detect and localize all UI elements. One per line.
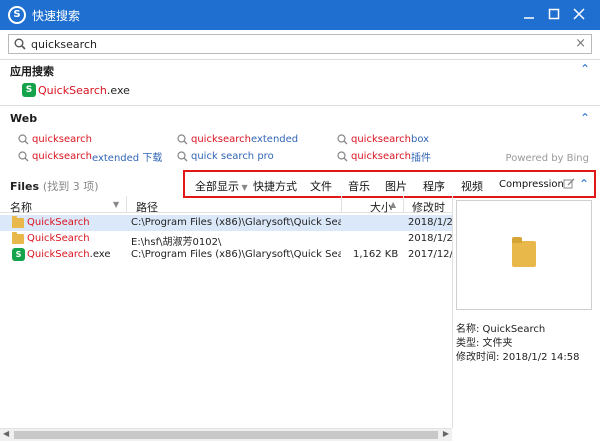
minimize-icon (524, 17, 534, 19)
column-divider[interactable] (341, 196, 342, 213)
scroll-left-icon[interactable]: ◀ (3, 429, 9, 438)
files-count: (找到 3 项) (42, 180, 99, 193)
folder-icon (512, 237, 536, 267)
search-icon (177, 150, 188, 161)
table-row[interactable]: QuickSearch E:\hsf\胡淑芳0102\ 2018/1/2 14 (0, 231, 452, 248)
column-divider[interactable] (126, 196, 127, 213)
column-size[interactable]: 大小 (370, 199, 392, 215)
web-suggestion-link[interactable]: quicksearch 插件 (337, 149, 431, 164)
tab-shortcuts[interactable]: 快捷方式 (253, 178, 297, 194)
web-suggestion-link[interactable]: quicksearch box (337, 132, 429, 146)
app-result-item[interactable]: S QuickSearch .exe (22, 82, 130, 98)
link-text: extended 下载 (91, 152, 163, 164)
file-list-header: 名称 ▼ 路径 大小 ▲ 修改时间 (0, 196, 452, 230)
search-box[interactable]: × (8, 34, 592, 54)
table-row[interactable]: S QuickSearch.exe C:\Program Files (x86)… (0, 247, 452, 263)
powered-by-bing: Powered by Bing (505, 153, 589, 164)
close-icon (573, 8, 585, 20)
search-icon (18, 133, 29, 144)
search-icon (18, 150, 29, 161)
tab-programs[interactable]: 程序 (423, 178, 445, 194)
link-highlight: quicksearch (191, 133, 251, 145)
row-name: QuickSearch (27, 217, 90, 228)
quicksearch-app-icon: S (12, 248, 25, 261)
horizontal-scrollbar[interactable]: ◀ ▶ (0, 428, 452, 441)
row-modified: 2017/12/1 1 (408, 249, 452, 260)
files-section-title: Files (找到 3 项) (10, 178, 99, 194)
row-path: C:\Program Files (x86)\Glarysoft\Quick S… (131, 217, 341, 228)
preview-type: 类型: 文件夹 (456, 338, 513, 349)
link-text: quick search pro (191, 150, 274, 162)
search-input[interactable] (31, 36, 571, 52)
row-path: E:\hsf\胡淑芳0102\ (131, 237, 222, 248)
row-ext: .exe (89, 249, 111, 260)
divider (0, 105, 600, 106)
sort-down-icon: ▼ (113, 200, 120, 209)
tab-music[interactable]: 音乐 (348, 178, 370, 194)
web-suggestion-link[interactable]: quicksearch extended 下载 (18, 149, 163, 164)
app-result-ext: .exe (106, 83, 130, 97)
column-path[interactable]: 路径 (136, 199, 158, 215)
link-highlight: quicksearch (351, 133, 411, 145)
link-highlight: quicksearch (32, 150, 92, 162)
clear-search-button[interactable]: × (575, 36, 586, 51)
app-result-highlight: QuickSearch (38, 83, 107, 97)
table-row[interactable]: QuickSearch C:\Program Files (x86)\Glary… (0, 215, 452, 231)
filter-tab-bar: 全部显示 ▼ 快捷方式 文件 音乐 图片 程序 视频 Compression ⌃ (183, 170, 596, 198)
row-name: QuickSearch (27, 249, 90, 260)
preview-divider (452, 196, 453, 428)
preview-thumbnail (456, 200, 592, 310)
link-text: 插件 (410, 152, 431, 164)
minimize-button[interactable] (518, 3, 540, 25)
web-suggestion-link[interactable]: quicksearch extended (177, 132, 298, 146)
link-text: extended (250, 133, 299, 145)
row-modified: 2018/1/2 14 (408, 233, 452, 244)
collapse-web-section-icon[interactable]: ⌃ (580, 112, 590, 124)
folder-icon (12, 232, 24, 244)
tab-show-all[interactable]: 全部显示 ▼ (195, 178, 248, 194)
row-modified: 2018/1/2 14 (408, 217, 452, 228)
row-path: C:\Program Files (x86)\Glarysoft\Quick S… (131, 249, 341, 260)
scrollbar-thumb[interactable] (14, 431, 438, 439)
tab-compression[interactable]: Compression (499, 179, 564, 190)
column-name[interactable]: 名称 (10, 199, 32, 215)
collapse-app-section-icon[interactable]: ⌃ (580, 63, 590, 75)
app-logo-icon: S (8, 6, 26, 24)
link-highlight: quicksearch (32, 133, 92, 145)
search-icon (177, 133, 188, 144)
search-icon (337, 150, 348, 161)
preview-name: 名称: QuickSearch (456, 324, 546, 335)
collapse-filter-icon[interactable]: ⌃ (579, 177, 589, 191)
close-button[interactable] (568, 3, 590, 25)
web-suggestion-link[interactable]: quicksearch (18, 132, 92, 146)
edit-icon[interactable] (563, 178, 575, 190)
preview-modified: 修改时间: 2018/1/2 14:58 (456, 352, 580, 363)
scroll-right-icon[interactable]: ▶ (443, 429, 449, 438)
window-title: 快速搜索 (32, 9, 81, 23)
link-highlight: quicksearch (351, 150, 411, 162)
maximize-icon (548, 8, 560, 20)
link-text: box (410, 133, 430, 145)
files-label: Files (10, 180, 40, 193)
divider (0, 59, 600, 60)
search-icon (337, 133, 348, 144)
web-suggestion-link[interactable]: quick search pro (177, 149, 274, 163)
folder-icon (12, 216, 24, 228)
maximize-button[interactable] (543, 3, 565, 25)
row-name: QuickSearch (27, 233, 90, 244)
quicksearch-app-icon: S (22, 83, 36, 97)
row-size: 1,162 KB (353, 249, 399, 260)
tab-videos[interactable]: 视频 (461, 178, 483, 194)
tab-files[interactable]: 文件 (310, 178, 332, 194)
sort-up-icon: ▲ (390, 200, 397, 209)
app-section-title: 应用搜索 (10, 65, 54, 78)
search-icon (14, 38, 26, 50)
web-section-title: Web (10, 112, 38, 125)
title-bar: S 快速搜索 (0, 0, 600, 30)
column-divider[interactable] (403, 196, 404, 213)
tab-pictures[interactable]: 图片 (385, 178, 407, 194)
